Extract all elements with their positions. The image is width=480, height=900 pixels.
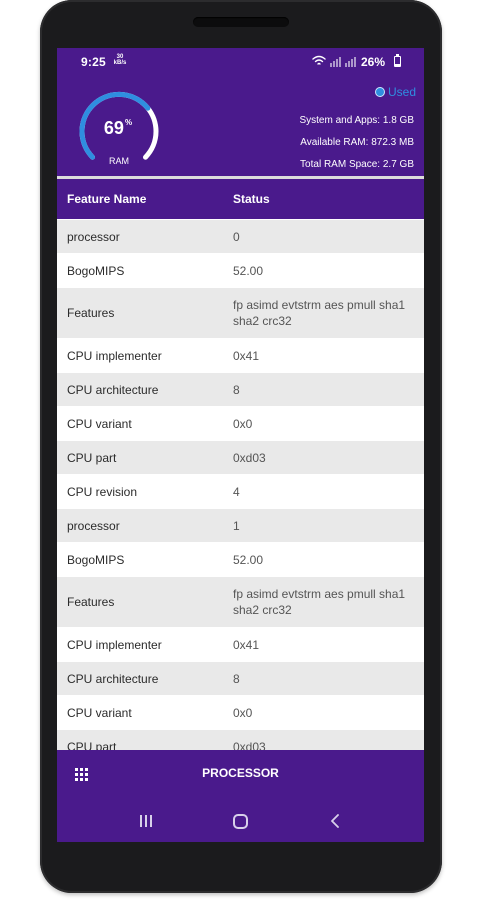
table-row: BogoMIPS 52.00	[57, 253, 424, 287]
status-cell: 0x0	[233, 705, 253, 720]
column-header-feature-name: Feature Name	[67, 192, 147, 206]
ram-stats: System and Apps: 1.8 GB Available RAM: 8…	[214, 110, 414, 176]
battery-percent: 26%	[361, 55, 386, 69]
ram-percent-sign: %	[124, 118, 133, 127]
processor-table[interactable]: processor 0 BogoMIPS 52.00 Features fp asimd …	[57, 219, 424, 750]
status-cell: 0	[233, 229, 240, 244]
home-icon[interactable]	[233, 814, 248, 829]
status-bar: 9:25 30 kB/s 26%	[57, 48, 424, 76]
table-row: BogoMIPS 52.00	[57, 542, 424, 576]
table-row: CPU architecture 8	[57, 372, 424, 406]
system-apps-stat: System and Apps: 1.8 GB	[299, 115, 414, 126]
table-row: CPU variant 0x0	[57, 695, 424, 729]
feature-name-cell: CPU part	[67, 450, 117, 465]
system-nav-bar	[57, 804, 424, 842]
feature-name-cell: CPU variant	[67, 416, 132, 431]
screen: 9:25 30 kB/s 26% 69% RAM Used System and…	[57, 48, 424, 842]
cell-signal-2-icon	[345, 57, 356, 67]
table-header: Feature Name Status	[57, 179, 424, 219]
feature-name-cell: processor	[67, 229, 120, 244]
status-cell: 0xd03	[233, 450, 266, 465]
page-title: PROCESSOR	[202, 766, 279, 780]
available-ram-stat: Available RAM: 872.3 MB	[300, 137, 414, 148]
ram-header: 9:25 30 kB/s 26% 69% RAM Used System and…	[57, 48, 424, 176]
feature-name-cell: Features	[67, 595, 115, 609]
feature-name-cell: BogoMIPS	[67, 263, 125, 278]
status-cell: 0xd03	[233, 739, 266, 751]
feature-name-cell: CPU architecture	[67, 382, 159, 397]
recent-apps-icon[interactable]	[139, 814, 153, 828]
status-cell: 52.00	[233, 263, 264, 278]
status-cell: 1	[233, 518, 240, 533]
wifi-icon	[312, 55, 326, 65]
feature-name-cell: BogoMIPS	[67, 552, 125, 567]
feature-name-cell: CPU variant	[67, 705, 132, 720]
status-time: 9:25	[81, 55, 106, 69]
table-row: Features fp asimd evtstrm aes pmull sha1 …	[57, 576, 424, 627]
table-row: CPU part 0xd03	[57, 729, 424, 750]
status-cell: 0x41	[233, 348, 260, 363]
table-row: CPU revision 4	[57, 474, 424, 508]
status-cell: 52.00	[233, 552, 264, 567]
table-row: CPU implementer 0x41	[57, 338, 424, 372]
table-row: processor 1	[57, 508, 424, 542]
table-row: Features fp asimd evtstrm aes pmull sha1 …	[57, 287, 424, 338]
status-cell: 4	[233, 484, 240, 499]
table-row: CPU implementer 0x41	[57, 627, 424, 661]
used-legend-dot	[375, 87, 385, 97]
feature-name-cell: CPU revision	[67, 484, 138, 499]
network-speed: 30 kB/s	[113, 54, 127, 66]
network-speed-unit: kB/s	[113, 60, 127, 66]
feature-name-cell: CPU part	[67, 739, 117, 751]
battery-icon	[394, 54, 401, 67]
status-cell: 8	[233, 382, 240, 397]
feature-name-cell: CPU implementer	[67, 348, 162, 363]
status-cell: fp asimd evtstrm aes pmull sha1 sha2 crc…	[233, 298, 406, 328]
earpiece-speaker	[193, 17, 289, 27]
total-ram-stat: Total RAM Space: 2.7 GB	[300, 159, 414, 170]
bottom-bar: PROCESSOR	[57, 750, 424, 842]
status-cell: fp asimd evtstrm aes pmull sha1 sha2 crc…	[233, 587, 406, 617]
ram-percent-value: 69	[103, 118, 124, 138]
status-cell: 0x41	[233, 637, 260, 652]
column-header-status: Status	[233, 192, 270, 206]
ram-percent: 69%	[93, 118, 143, 139]
status-cell: 0x0	[233, 416, 253, 431]
used-legend: Used	[373, 84, 419, 100]
feature-name-cell: processor	[67, 518, 120, 533]
table-row: CPU variant 0x0	[57, 406, 424, 440]
ram-label: RAM	[109, 156, 129, 166]
table-row: CPU part 0xd03	[57, 440, 424, 474]
table-row: CPU architecture 8	[57, 661, 424, 695]
feature-name-cell: CPU architecture	[67, 671, 159, 686]
signal-icons	[312, 55, 356, 67]
feature-name-cell: CPU implementer	[67, 637, 162, 652]
used-legend-label: Used	[388, 85, 417, 99]
feature-name-cell: Features	[67, 306, 115, 320]
table-row: processor 0	[57, 219, 424, 253]
phone-frame: 9:25 30 kB/s 26% 69% RAM Used System and…	[40, 0, 442, 893]
status-cell: 8	[233, 671, 240, 686]
ram-gauge: 69% RAM	[71, 78, 167, 170]
cell-signal-icon	[330, 57, 341, 67]
back-icon[interactable]	[329, 814, 343, 828]
